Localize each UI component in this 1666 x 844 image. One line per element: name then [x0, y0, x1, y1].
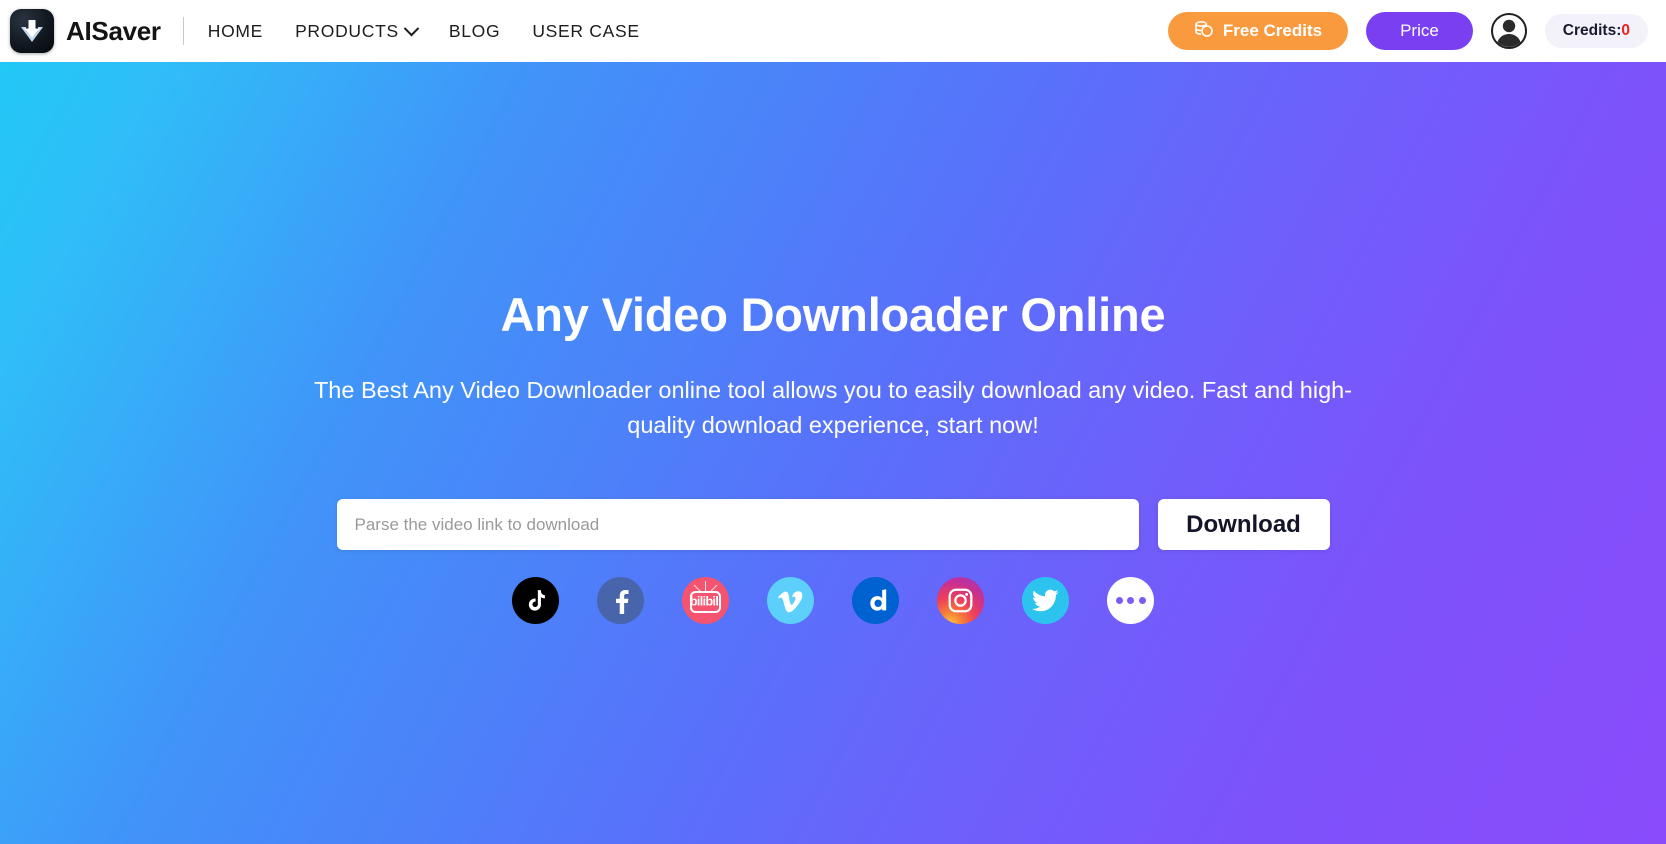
tiktok-icon[interactable]: [512, 577, 559, 625]
svg-text:bilibili: bilibili: [690, 595, 721, 609]
free-credits-button[interactable]: Free Credits: [1167, 12, 1349, 50]
video-link-input[interactable]: [336, 499, 1139, 551]
supported-platforms-list: bilibili: [512, 577, 1154, 625]
site-header: AISaver HOME PRODUCTS BLOG USER CASE Fre…: [0, 0, 1666, 62]
nav-item-home-label: HOME: [207, 20, 264, 41]
page-title: Any Video Downloader Online: [500, 288, 1166, 341]
download-arrow-logo-icon: [10, 9, 54, 53]
instagram-icon[interactable]: [937, 577, 984, 625]
nav-item-user-case-label: USER CASE: [532, 20, 640, 41]
dailymotion-icon[interactable]: [852, 577, 899, 625]
header-divider: [182, 17, 184, 45]
chevron-down-icon: [403, 20, 420, 36]
credits-value: 0: [1621, 22, 1630, 39]
coins-icon: [1194, 20, 1214, 43]
vimeo-icon[interactable]: [767, 577, 814, 625]
nav-item-home[interactable]: HOME: [208, 21, 263, 42]
hero-subtitle: The Best Any Video Downloader online too…: [313, 376, 1353, 438]
twitter-icon[interactable]: [1022, 577, 1069, 625]
free-credits-label: Free Credits: [1222, 21, 1323, 40]
facebook-icon[interactable]: [597, 577, 644, 625]
nav-item-blog[interactable]: BLOG: [449, 21, 500, 42]
nav-item-user-case[interactable]: USER CASE: [532, 21, 639, 42]
nav-item-products-label: PRODUCTS: [295, 20, 399, 41]
download-button[interactable]: Download: [1157, 499, 1330, 551]
credits-badge[interactable]: Credits: 0: [1544, 14, 1648, 48]
brand-name: AISaver: [66, 15, 161, 46]
hero-section: Any Video Downloader Online The Best Any…: [0, 62, 1666, 844]
more-icon[interactable]: [1107, 577, 1154, 625]
download-form: Download: [336, 499, 1330, 551]
user-avatar-icon[interactable]: [1490, 13, 1527, 49]
credits-label: Credits:: [1562, 22, 1622, 39]
brand-logo[interactable]: AISaver: [10, 9, 161, 53]
header-actions: Free Credits Price Credits: 0: [1167, 12, 1648, 50]
ellipsis-dots: [1115, 597, 1146, 605]
nav-item-blog-label: BLOG: [448, 20, 501, 41]
price-button[interactable]: Price: [1366, 12, 1473, 50]
bilibili-icon[interactable]: bilibili: [682, 577, 729, 625]
nav-item-products[interactable]: PRODUCTS: [295, 20, 420, 42]
main-navigation: HOME PRODUCTS BLOG USER CASE: [208, 20, 640, 42]
